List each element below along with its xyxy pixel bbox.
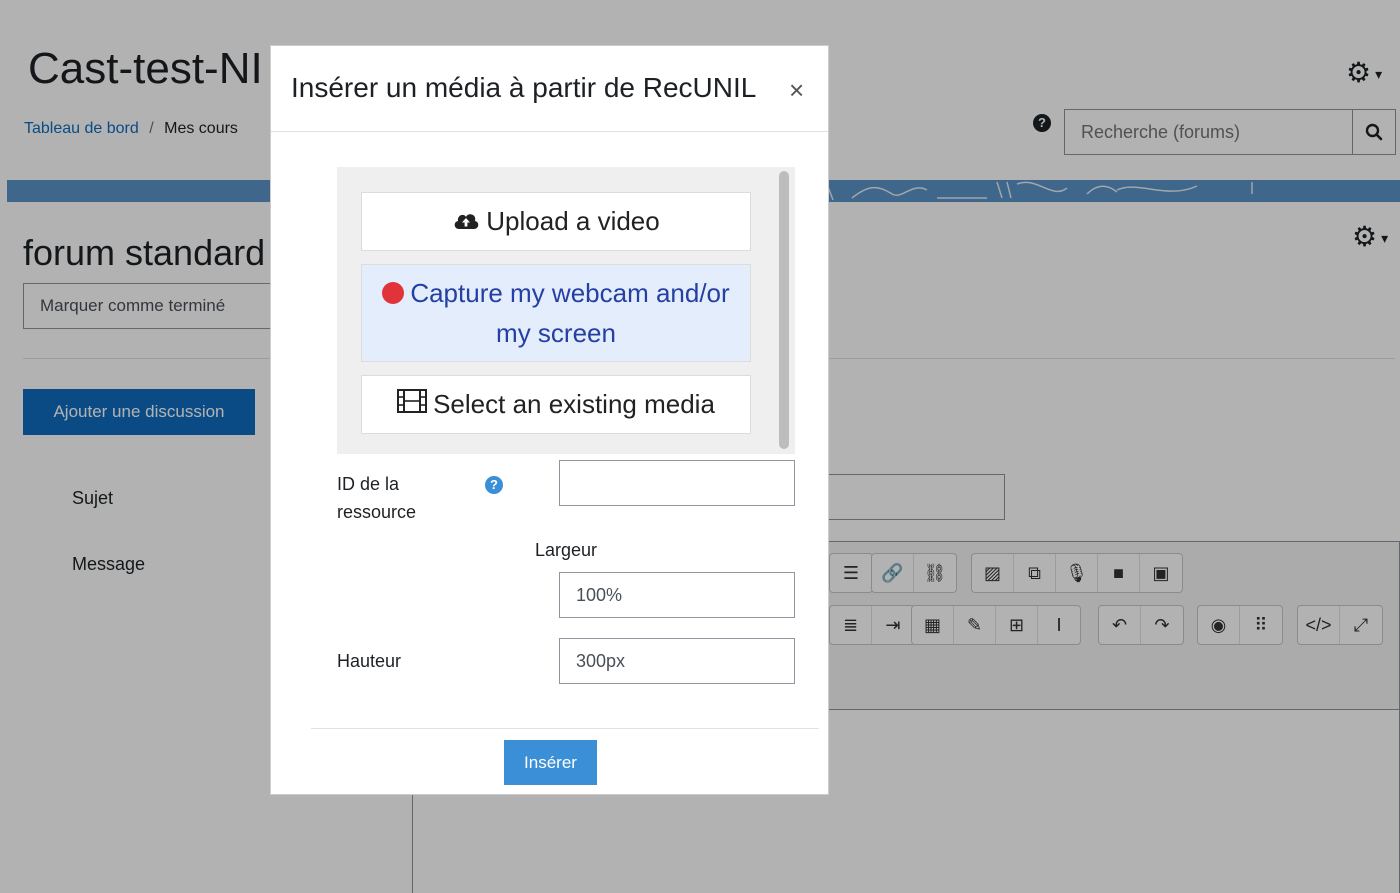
width-input[interactable] <box>559 572 795 618</box>
select-media-label: Select an existing media <box>433 389 715 419</box>
footer-divider <box>311 728 819 729</box>
capture-label: Capture my webcam and/or my screen <box>410 278 730 348</box>
height-label: Hauteur <box>337 651 402 671</box>
width-label: Largeur <box>535 540 598 560</box>
dialog-title: Insérer un média à partir de RecUNIL <box>291 72 757 103</box>
record-icon <box>382 282 405 304</box>
dialog-header: Insérer un média à partir de RecUNIL × <box>271 46 828 132</box>
recunil-frame: Upload a video Capture my webcam and/or … <box>337 167 795 454</box>
resource-id-help-icon[interactable]: ? <box>485 476 503 494</box>
height-input[interactable] <box>559 638 795 684</box>
close-button[interactable]: × <box>789 76 804 104</box>
select-existing-media-button[interactable]: Select an existing media <box>361 375 751 434</box>
upload-video-label: Upload a video <box>486 206 660 236</box>
capture-webcam-screen-button[interactable]: Capture my webcam and/or my screen <box>361 264 751 362</box>
film-icon <box>397 389 428 420</box>
insert-button[interactable]: Insérer <box>504 740 597 785</box>
resource-id-input[interactable] <box>559 460 795 506</box>
scrollbar-thumb[interactable] <box>779 171 789 449</box>
upload-video-button[interactable]: Upload a video <box>361 192 751 251</box>
resource-id-label: ID de la ressource <box>337 474 417 522</box>
insert-media-dialog: Insérer un média à partir de RecUNIL × U… <box>270 45 829 795</box>
cloud-upload-icon <box>452 206 480 237</box>
frame-scrollbar[interactable] <box>779 171 789 449</box>
